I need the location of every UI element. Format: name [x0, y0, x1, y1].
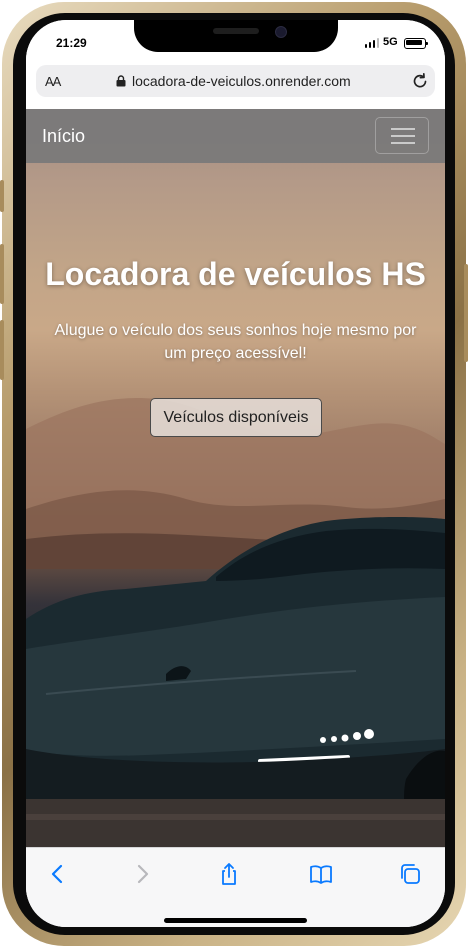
hamburger-menu-icon — [391, 128, 415, 130]
hero-subtitle: Alugue o veículo dos seus sonhos hoje me… — [54, 322, 417, 362]
reload-icon[interactable] — [411, 72, 429, 90]
forward-icon[interactable] — [130, 862, 154, 886]
available-vehicles-button[interactable]: Veículos disponíveis — [150, 398, 322, 437]
home-indicator — [164, 918, 307, 923]
tabs-icon[interactable] — [398, 862, 422, 886]
hero-section: Locadora de veículos HS Alugue o veículo… — [26, 109, 445, 847]
front-camera — [275, 26, 287, 38]
power-button — [464, 264, 468, 362]
hamburger-menu-button[interactable] — [375, 117, 429, 154]
phone-screen: 21:29 5G AA locadora-de-veiculos.onrende… — [26, 20, 445, 927]
volume-down-button — [0, 320, 4, 380]
battery-icon — [404, 38, 428, 49]
earpiece-speaker — [213, 28, 259, 34]
status-bar: 21:29 5G — [26, 20, 445, 64]
signal-strength-icon — [365, 38, 379, 48]
site-navbar: Início — [26, 109, 445, 163]
browser-toolbar — [26, 847, 445, 927]
volume-up-button — [0, 244, 4, 304]
bookmarks-icon[interactable] — [309, 862, 333, 886]
back-icon[interactable] — [46, 862, 70, 886]
network-type: 5G — [383, 36, 398, 48]
text-size-button[interactable]: AA — [45, 74, 61, 89]
lock-icon — [116, 75, 126, 87]
address-bar[interactable]: AA locadora-de-veiculos.onrender.com — [36, 65, 435, 97]
url-text[interactable]: locadora-de-veiculos.onrender.com — [132, 73, 351, 89]
share-icon[interactable] — [217, 862, 241, 886]
silent-switch — [0, 180, 4, 212]
sports-car-image — [26, 517, 445, 847]
hero-title: Locadora de veículos HS — [45, 256, 426, 292]
status-time: 21:29 — [56, 36, 87, 50]
notch — [134, 20, 338, 52]
navbar-brand-link[interactable]: Início — [42, 126, 85, 147]
